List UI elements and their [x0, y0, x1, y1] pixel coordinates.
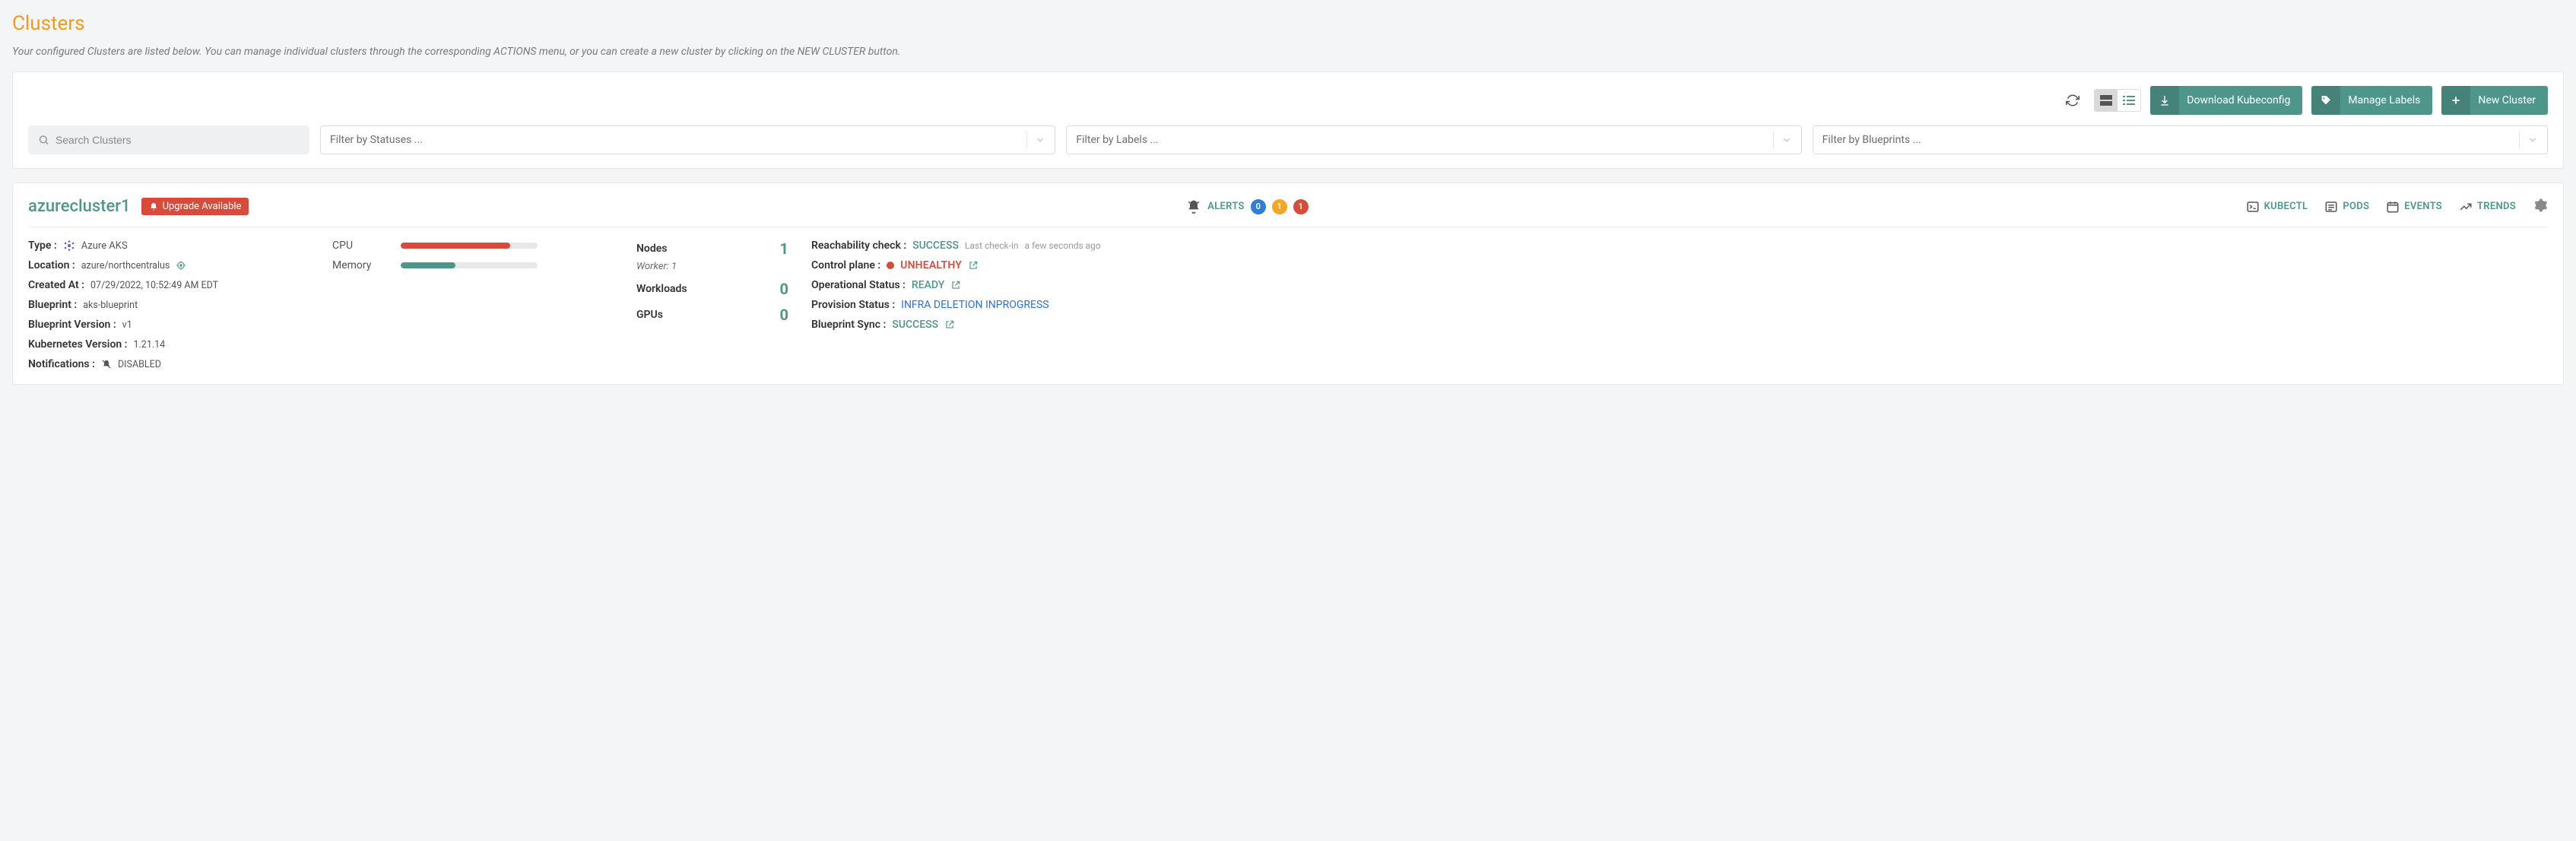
memory-label: Memory [332, 259, 385, 271]
filter-blueprints[interactable]: Filter by Blueprints ... [1813, 125, 2548, 154]
location-target-icon [176, 260, 186, 271]
terminal-icon [2246, 200, 2260, 214]
stats-column: Nodes 1 Worker: 1 Workloads 0 GPUs 0 [636, 240, 788, 370]
cluster-name[interactable]: azurecluster1 [28, 197, 131, 216]
alert-crit-count[interactable]: 1 [1293, 199, 1309, 214]
tab-kubectl[interactable]: KUBECTL [2246, 200, 2308, 214]
status-column: Reachability check : SUCCESS Last check-… [811, 240, 2548, 370]
cluster-tabs: KUBECTL PODS EVENTS TRENDS [2246, 198, 2548, 216]
alert-warn-count[interactable]: 1 [1272, 199, 1287, 214]
memory-bar [401, 262, 538, 268]
tab-events[interactable]: EVENTS [2386, 200, 2442, 214]
stat-worker: Worker: 1 [636, 261, 788, 272]
new-cluster-label: New Cluster [2478, 94, 2536, 106]
refresh-button[interactable] [2060, 88, 2085, 113]
cpu-label: CPU [332, 240, 385, 252]
external-link-icon[interactable] [968, 260, 979, 271]
external-link-icon[interactable] [950, 280, 961, 290]
calendar-icon [2386, 200, 2400, 214]
cluster-header: azurecluster1 Upgrade Available ALERTS 0… [28, 197, 2548, 216]
status-blueprint-sync: Blueprint Sync : SUCCESS [811, 319, 2548, 331]
alerts-section[interactable]: ALERTS 0 1 1 [1186, 199, 1309, 214]
rows-icon [2100, 95, 2112, 106]
stat-nodes: Nodes 1 [636, 240, 788, 258]
search-icon [38, 134, 49, 146]
manage-labels-button[interactable]: Manage Labels [2311, 86, 2432, 115]
view-card-button[interactable] [2095, 90, 2118, 111]
alert-bell-icon [1186, 199, 1201, 214]
plus-icon [2441, 86, 2470, 115]
bell-icon [149, 202, 158, 211]
alert-info-count[interactable]: 0 [1251, 199, 1266, 214]
stat-gpus: GPUs 0 [636, 306, 788, 324]
filter-status-placeholder: Filter by Statuses ... [330, 134, 423, 146]
download-icon [2150, 86, 2179, 115]
tab-pods[interactable]: PODS [2324, 200, 2369, 214]
detail-created: Created At : 07/29/2022, 10:52:49 AM EDT [28, 279, 309, 291]
status-operational: Operational Status : READY [811, 279, 2548, 291]
filter-blueprints-placeholder: Filter by Blueprints ... [1823, 134, 1921, 146]
pods-icon [2324, 200, 2338, 214]
details-column: Type : Azure AKS Location : azure/northc… [28, 240, 309, 370]
filter-labels-placeholder: Filter by Labels ... [1076, 134, 1158, 146]
status-reachability: Reachability check : SUCCESS Last check-… [811, 240, 2548, 252]
tab-trends[interactable]: TRENDS [2459, 200, 2516, 214]
controls-panel: Download Kubeconfig Manage Labels New Cl… [12, 71, 2564, 169]
filter-row: Filter by Statuses ... Filter by Labels … [28, 125, 2548, 154]
toolbar: Download Kubeconfig Manage Labels New Cl… [28, 86, 2548, 115]
download-kubeconfig-label: Download Kubeconfig [2187, 94, 2290, 106]
status-control-plane: Control plane : UNHEALTHY [811, 259, 2548, 271]
filter-labels[interactable]: Filter by Labels ... [1066, 125, 1801, 154]
detail-blueprint: Blueprint : aks-blueprint [28, 299, 309, 311]
memory-meter: Memory [332, 259, 614, 271]
chevron-down-icon [2527, 135, 2538, 145]
external-link-icon[interactable] [944, 319, 955, 330]
chevron-down-icon [1781, 135, 1792, 145]
list-icon [2123, 95, 2135, 106]
status-provision: Provision Status : INFRA DELETION INPROG… [811, 299, 2548, 311]
azure-aks-icon [63, 240, 75, 252]
cpu-bar [401, 243, 538, 249]
upgrade-available-badge[interactable]: Upgrade Available [141, 198, 249, 215]
gear-icon [2533, 198, 2548, 213]
search-clusters[interactable] [28, 125, 309, 154]
resources-column: CPU Memory [332, 240, 614, 370]
upgrade-badge-label: Upgrade Available [163, 201, 242, 212]
view-toggle [2094, 89, 2141, 112]
detail-blueprint-version: Blueprint Version : v1 [28, 319, 309, 331]
cluster-body: Type : Azure AKS Location : azure/northc… [28, 227, 2548, 370]
bell-off-icon [101, 359, 112, 370]
stat-workloads: Workloads 0 [636, 280, 788, 298]
cluster-settings-button[interactable] [2533, 198, 2548, 216]
cpu-meter: CPU [332, 240, 614, 252]
new-cluster-button[interactable]: New Cluster [2441, 86, 2548, 115]
refresh-icon [2066, 94, 2080, 107]
detail-type: Type : Azure AKS [28, 240, 309, 252]
detail-k8s-version: Kubernetes Version : 1.21.14 [28, 338, 309, 351]
trends-icon [2459, 200, 2473, 214]
status-dot-red [887, 262, 894, 269]
detail-location: Location : azure/northcentralus [28, 259, 309, 271]
alerts-label: ALERTS [1207, 201, 1245, 212]
cluster-card: azurecluster1 Upgrade Available ALERTS 0… [12, 182, 2564, 385]
download-kubeconfig-button[interactable]: Download Kubeconfig [2150, 86, 2302, 115]
chevron-down-icon [1035, 135, 1045, 145]
detail-notifications: Notifications : DISABLED [28, 358, 309, 370]
page-subtitle: Your configured Clusters are listed belo… [12, 46, 2564, 58]
view-list-button[interactable] [2118, 90, 2140, 111]
page-title: Clusters [12, 12, 2564, 35]
search-input[interactable] [56, 134, 300, 146]
manage-labels-label: Manage Labels [2348, 94, 2420, 106]
tag-icon [2311, 86, 2340, 115]
filter-status[interactable]: Filter by Statuses ... [320, 125, 1055, 154]
